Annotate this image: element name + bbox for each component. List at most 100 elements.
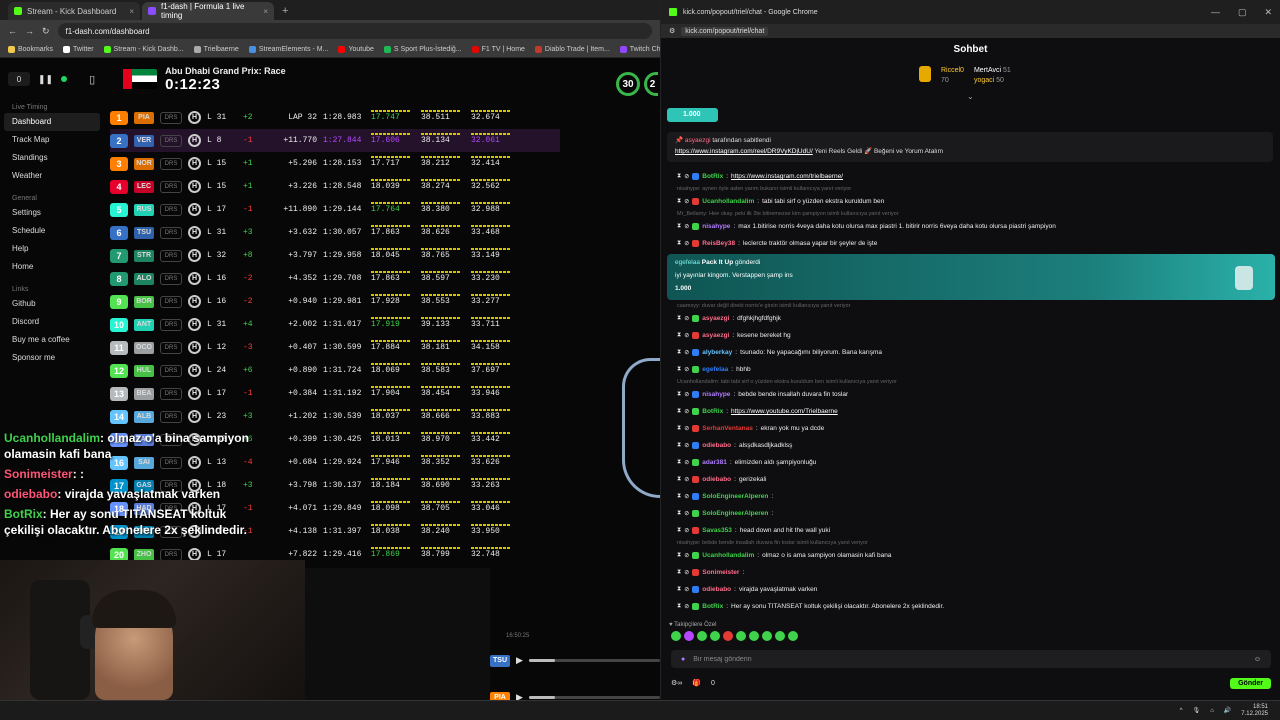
chat-username[interactable]: BotRix	[702, 603, 723, 610]
chat-message[interactable]: ⧗ ⊘ Ucanhollandalim: olmaz o is ama sampiyo…	[667, 547, 1275, 564]
bookmark-item[interactable]: Stream - Kick Dashb...	[103, 46, 184, 53]
timeout-icon[interactable]: ⧗	[677, 173, 681, 180]
bookmark-item[interactable]: Youtube	[338, 46, 374, 53]
chat-message[interactable]: ⧗ ⊘ adar381: elimizden aldı şampiyonluğu	[667, 454, 1275, 471]
timing-row[interactable]: 2 VER DRS H L 8 -1 +11.770 1:27.844 17.606 38.134…	[110, 129, 560, 152]
chat-message[interactable]: ⧗ ⊘ odiebabo: gerizekali	[667, 471, 1275, 488]
sidebar-item-github[interactable]: Github	[0, 295, 104, 313]
mic-tray-icon[interactable]: 🎙	[1193, 707, 1201, 714]
timeout-icon[interactable]: ⧗	[677, 510, 681, 517]
chat-message[interactable]: ⧗ ⊘ BotRix: https://www.instagram.com/triel…	[667, 168, 1275, 185]
timing-row[interactable]: 8 ALO DRS H L 16 -2 +4.352 1:29.708 17.863 38.597…	[110, 267, 560, 290]
chat-input[interactable]	[693, 655, 1246, 663]
ban-icon[interactable]: ⊘	[684, 349, 689, 356]
chat-username[interactable]: nisahype	[702, 391, 730, 398]
chat-link[interactable]: https://www.instagram.com/trielbaerne/	[731, 173, 843, 180]
sidebar-item-schedule[interactable]: Schedule	[0, 222, 104, 240]
ban-icon[interactable]: ⊘	[684, 408, 689, 415]
emote-icon[interactable]	[762, 631, 772, 641]
emote-icon[interactable]	[749, 631, 759, 641]
timeout-icon[interactable]: ⧗	[677, 408, 681, 415]
chat-username[interactable]: alyberkay	[702, 349, 732, 356]
chat-message[interactable]: ⧗ ⊘ SerhanVentanas: ekran yok mu ya dcde	[667, 420, 1275, 437]
popup-url[interactable]: kick.com/popout/triel/chat	[681, 26, 769, 36]
ban-icon[interactable]: ⊘	[684, 391, 689, 398]
replay-progress[interactable]	[528, 659, 660, 662]
ban-icon[interactable]: ⊘	[684, 332, 689, 339]
pinned-by-user[interactable]: asyaezgi	[685, 137, 711, 144]
bookmark-item[interactable]: Twitter	[63, 46, 94, 53]
bookmark-item[interactable]: Trielbaerne	[193, 46, 239, 53]
timeout-icon[interactable]: ⧗	[677, 425, 681, 432]
ban-icon[interactable]: ⊘	[684, 366, 689, 373]
chat-username[interactable]: SoloEngineerAlperen	[702, 510, 768, 517]
chat-username[interactable]: adar381	[702, 459, 727, 466]
timeout-icon[interactable]: ⧗	[677, 349, 681, 356]
site-settings-icon[interactable]: ⚙	[669, 27, 675, 35]
pinned-link[interactable]: https://www.instagram.com/reel/DR9VyKDjU…	[675, 148, 813, 155]
timing-row[interactable]: 14 ALB DRS H L 23 +3 +1.202 1:30.539 18.037 38.66…	[110, 405, 560, 428]
emote-icon[interactable]	[671, 631, 681, 641]
chat-message[interactable]: ⧗ ⊘ Sonimeister:	[667, 564, 1275, 581]
back-icon[interactable]: ←	[8, 26, 17, 36]
timeout-icon[interactable]: ⧗	[677, 569, 681, 576]
chat-username[interactable]: Ucanhollandalim	[702, 552, 754, 559]
ban-icon[interactable]: ⊘	[684, 198, 689, 205]
ban-icon[interactable]: ⊘	[684, 315, 689, 322]
timing-row[interactable]: 1 PIA DRS H L 31 +2 LAP 32 1:28.983 17.747 38.511…	[110, 106, 560, 129]
chat-username[interactable]: odiebabo	[702, 442, 731, 449]
emote-icon[interactable]	[788, 631, 798, 641]
tab-f1-dash[interactable]: f1-dash | Formula 1 live timing ×	[142, 2, 274, 20]
tab-kick-dashboard[interactable]: Stream - Kick Dashboard ×	[8, 2, 140, 20]
timing-row[interactable]: 10 ANT DRS H L 31 +4 +2.002 1:31.017 17.919 39.13…	[110, 313, 560, 336]
chat-message[interactable]: ⧗ ⊘ alyberkay: tsunado: Ne yapacağımı biliy…	[667, 344, 1275, 361]
replay-progress[interactable]	[528, 696, 660, 699]
address-bar[interactable]: f1-dash.com/dashboard	[57, 23, 652, 39]
emote-icon[interactable]	[736, 631, 746, 641]
ban-icon[interactable]: ⊘	[684, 442, 689, 449]
timeout-icon[interactable]: ⧗	[677, 586, 681, 593]
timing-row[interactable]: 5 RUS DRS H L 17 -1 +11.890 1:29.144 17.764 38.38…	[110, 198, 560, 221]
chat-message[interactable]: ⧗ ⊘ ReisBey38: leclercte traktör olmasa yap…	[667, 235, 1275, 252]
chat-message[interactable]: ⧗ ⊘ odiebabo: alsşdkasdljkadklsş	[667, 437, 1275, 454]
ban-icon[interactable]: ⊘	[684, 476, 689, 483]
sidebar-item-help[interactable]: Help	[0, 240, 104, 258]
sidebar-toggle-icon[interactable]: ▯	[89, 73, 95, 86]
timing-row[interactable]: 7 STR DRS H L 32 +8 +3.797 1:29.958 18.045 38.765…	[110, 244, 560, 267]
emote-icon[interactable]	[775, 631, 785, 641]
play-icon[interactable]: ▶	[516, 655, 523, 666]
sidebar-item-home[interactable]: Home	[0, 258, 104, 276]
chat-username[interactable]: Ucanhollandalim	[702, 198, 754, 205]
timing-row[interactable]: 12 HUL DRS H L 24 +6 +0.890 1:31.724 18.069 38.58…	[110, 359, 560, 382]
network-icon[interactable]: ⌂	[1210, 708, 1214, 714]
chat-username[interactable]: SoloEngineerAlperen	[702, 493, 768, 500]
sidebar-item-sponsor[interactable]: Sponsor me	[0, 349, 104, 367]
sidebar-item-standings[interactable]: Standings	[0, 149, 104, 167]
timeout-icon[interactable]: ⧗	[677, 315, 681, 322]
chat-message[interactable]: ⧗ ⊘ Savas353: head down and hit the wall yu…	[667, 522, 1275, 539]
chat-username[interactable]: egefelaa	[702, 366, 728, 373]
ban-icon[interactable]: ⊘	[684, 425, 689, 432]
chat-message[interactable]: ⧗ ⊘ BotRix: Her ay sonu TITANSEAT koltuk çe…	[667, 598, 1275, 615]
chat-username[interactable]: BotRix	[702, 408, 723, 415]
bookmark-item[interactable]: S Sport Plus-İstediğ...	[383, 46, 462, 53]
highlight-user[interactable]: egefelaa	[675, 259, 700, 266]
ban-icon[interactable]: ⊘	[684, 569, 689, 576]
ban-icon[interactable]: ⊘	[684, 223, 689, 230]
ban-icon[interactable]: ⊘	[684, 586, 689, 593]
chat-message[interactable]: ⧗ ⊘ nisahype: bebde bende insallah duvara f…	[667, 386, 1275, 403]
expand-chevron-icon[interactable]: ⌄	[967, 92, 974, 101]
timing-row[interactable]: 3 NOR DRS H L 15 +1 +5.296 1:28.153 17.717 38.212…	[110, 152, 560, 175]
close-icon[interactable]: ✕	[1264, 7, 1272, 18]
sidebar-item-track-map[interactable]: Track Map	[0, 131, 104, 149]
emote-icon[interactable]	[710, 631, 720, 641]
chat-username[interactable]: Sonimeister	[702, 569, 739, 576]
bookmark-item[interactable]: Bookmarks	[8, 46, 53, 53]
reload-icon[interactable]: ↻	[42, 26, 50, 37]
bookmark-item[interactable]: StreamElements - M...	[248, 46, 328, 53]
chat-message[interactable]: ⧗ ⊘ SoloEngineerAlperen:	[667, 488, 1275, 505]
chat-message[interactable]: ⧗ ⊘ asyaezgi: kesene bereket hg	[667, 327, 1275, 344]
timeout-icon[interactable]: ⧗	[677, 459, 681, 466]
chat-username[interactable]: Savas353	[702, 527, 732, 534]
timeout-icon[interactable]: ⧗	[677, 332, 681, 339]
